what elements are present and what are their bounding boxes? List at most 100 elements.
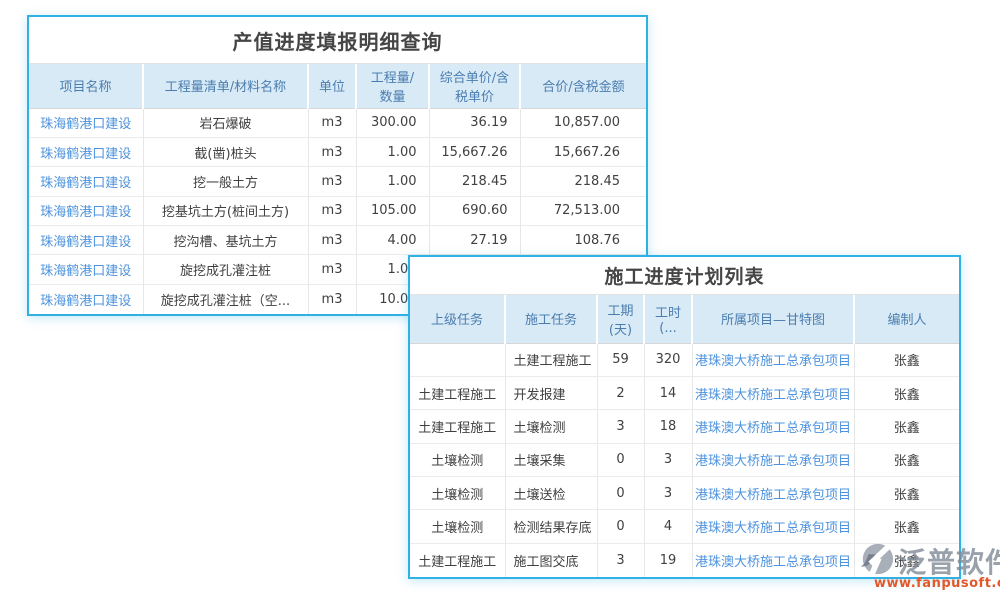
unit-cell: m3 [308,255,356,284]
project-link[interactable]: 珠海鹤港口建设 [29,167,143,196]
table-row: 土建工程施工 59 320 港珠澳大桥施工总承包项目 张鑫 [410,343,959,376]
compiler-cell: 张鑫 [854,343,959,376]
hours-cell: 3 [644,443,692,476]
quantity-cell: 1.00 [356,167,429,196]
boq-name-cell: 挖基坑土方(桩间土方) [143,196,308,225]
project-link[interactable]: 珠海鹤港口建设 [29,226,143,255]
col-header-work-hours: 工时 (... [644,295,692,343]
unit-cell: m3 [308,284,356,313]
header-row: 上级任务 施工任务 工期 (天) 工时 (... 所属项目—甘特图 编制人 [410,295,959,343]
task-cell: 检测结果存底 [505,510,597,543]
project-link[interactable]: 珠海鹤港口建设 [29,137,143,166]
duration-cell: 3 [597,410,644,443]
compiler-cell: 张鑫 [854,443,959,476]
quantity-cell: 4.00 [356,226,429,255]
unit-price-cell: 27.19 [429,226,520,255]
amount-cell: 108.76 [520,226,646,255]
boq-name-cell: 旋挖成孔灌注桩 [143,255,308,284]
unit-price-cell: 36.19 [429,108,520,137]
task-cell: 土壤送检 [505,477,597,510]
unit-price-cell: 690.60 [429,196,520,225]
parent-task-cell [410,343,505,376]
table-row: 珠海鹤港口建设 挖一般土方 m3 1.00 218.45 218.45 [29,167,646,196]
task-cell: 开发报建 [505,376,597,409]
hours-cell: 14 [644,376,692,409]
header-row: 项目名称 工程量清单/材料名称 单位 工程量/ 数量 综合单价/含 税单价 合价… [29,64,646,108]
col-header-boq-material: 工程量清单/材料名称 [143,64,308,108]
unit-cell: m3 [308,137,356,166]
boq-name-cell: 截(凿)桩头 [143,137,308,166]
unit-cell: m3 [308,226,356,255]
col-header-unit-price: 综合单价/含 税单价 [429,64,520,108]
boq-name-cell: 挖一般土方 [143,167,308,196]
compiler-cell: 张鑫 [854,376,959,409]
unit-cell: m3 [308,196,356,225]
amount-cell: 72,513.00 [520,196,646,225]
col-header-project: 项目名称 [29,64,143,108]
parent-task-cell: 土建工程施工 [410,410,505,443]
task-cell: 土壤采集 [505,443,597,476]
quantity-cell: 1.00 [356,137,429,166]
table-row: 土建工程施工 土壤检测 3 18 港珠澳大桥施工总承包项目 张鑫 [410,410,959,443]
col-header-duration-days: 工期 (天) [597,295,644,343]
duration-cell: 0 [597,443,644,476]
duration-cell: 3 [597,543,644,576]
task-cell: 土建工程施工 [505,343,597,376]
table-row: 土建工程施工 施工图交底 3 19 港珠澳大桥施工总承包项目 张鑫 [410,543,959,576]
hours-cell: 4 [644,510,692,543]
table-row: 珠海鹤港口建设 挖基坑土方(桩间土方) m3 105.00 690.60 72,… [29,196,646,225]
col-header-quantity: 工程量/ 数量 [356,64,429,108]
col-header-parent-task: 上级任务 [410,295,505,343]
amount-cell: 218.45 [520,167,646,196]
compiler-cell: 张鑫 [854,477,959,510]
hours-cell: 19 [644,543,692,576]
schedule-plan-panel: 施工进度计划列表 上级任务 施工任务 工期 (天) 工时 (... 所属项目—甘… [408,255,961,579]
hours-cell: 3 [644,477,692,510]
table-row: 珠海鹤港口建设 截(凿)桩头 m3 1.00 15,667.26 15,667.… [29,137,646,166]
gantt-link[interactable]: 港珠澳大桥施工总承包项目 [692,543,854,576]
col-header-project-gantt: 所属项目—甘特图 [692,295,854,343]
project-link[interactable]: 珠海鹤港口建设 [29,196,143,225]
gantt-link[interactable]: 港珠澳大桥施工总承包项目 [692,376,854,409]
project-link[interactable]: 珠海鹤港口建设 [29,284,143,313]
gantt-link[interactable]: 港珠澳大桥施工总承包项目 [692,443,854,476]
col-header-unit: 单位 [308,64,356,108]
project-link[interactable]: 珠海鹤港口建设 [29,255,143,284]
gantt-link[interactable]: 港珠澳大桥施工总承包项目 [692,477,854,510]
parent-task-cell: 土壤检测 [410,443,505,476]
table-row: 土壤检测 土壤采集 0 3 港珠澳大桥施工总承包项目 张鑫 [410,443,959,476]
col-header-total-amount: 合价/含税金额 [520,64,646,108]
schedule-plan-title: 施工进度计划列表 [410,257,959,295]
parent-task-cell: 土建工程施工 [410,543,505,576]
parent-task-cell: 土建工程施工 [410,376,505,409]
amount-cell: 10,857.00 [520,108,646,137]
table-row: 珠海鹤港口建设 挖沟槽、基坑土方 m3 4.00 27.19 108.76 [29,226,646,255]
duration-cell: 0 [597,510,644,543]
compiler-cell: 张鑫 [854,510,959,543]
boq-name-cell: 挖沟槽、基坑土方 [143,226,308,255]
unit-price-cell: 15,667.26 [429,137,520,166]
compiler-cell: 张鑫 [854,410,959,443]
hours-cell: 18 [644,410,692,443]
quantity-cell: 300.00 [356,108,429,137]
unit-cell: m3 [308,108,356,137]
boq-name-cell: 旋挖成孔灌注桩（空... [143,284,308,313]
task-cell: 施工图交底 [505,543,597,576]
table-row: 土建工程施工 开发报建 2 14 港珠澳大桥施工总承包项目 张鑫 [410,376,959,409]
task-cell: 土壤检测 [505,410,597,443]
duration-cell: 59 [597,343,644,376]
gantt-link[interactable]: 港珠澳大桥施工总承包项目 [692,410,854,443]
col-header-compiler: 编制人 [854,295,959,343]
parent-task-cell: 土壤检测 [410,477,505,510]
quantity-cell: 105.00 [356,196,429,225]
table-row: 珠海鹤港口建设 岩石爆破 m3 300.00 36.19 10,857.00 [29,108,646,137]
gantt-link[interactable]: 港珠澳大桥施工总承包项目 [692,510,854,543]
unit-cell: m3 [308,167,356,196]
schedule-plan-table: 上级任务 施工任务 工期 (天) 工时 (... 所属项目—甘特图 编制人 土建… [410,295,959,577]
amount-cell: 15,667.26 [520,137,646,166]
duration-cell: 2 [597,376,644,409]
gantt-link[interactable]: 港珠澳大桥施工总承包项目 [692,343,854,376]
project-link[interactable]: 珠海鹤港口建设 [29,108,143,137]
duration-cell: 0 [597,477,644,510]
col-header-construction-task: 施工任务 [505,295,597,343]
